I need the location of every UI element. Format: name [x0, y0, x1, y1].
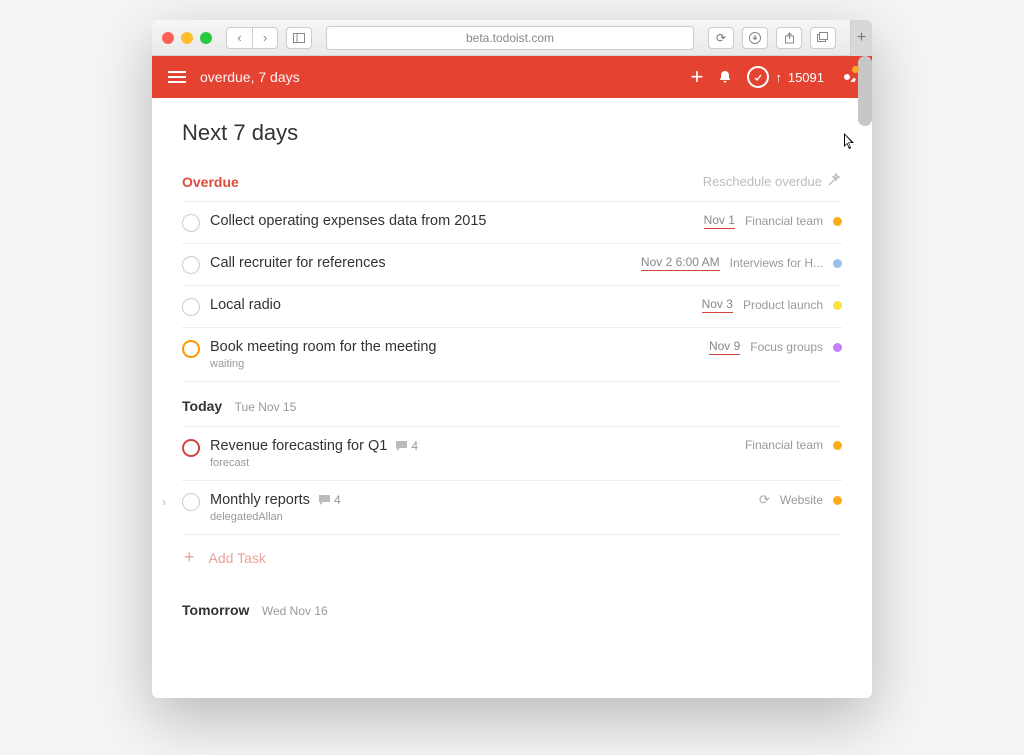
section-subtitle-today: Tue Nov 15 [235, 400, 297, 414]
app-header: overdue, 7 days + ↑ 15091 [152, 56, 872, 98]
task-checkbox[interactable] [182, 256, 200, 274]
task-due-date[interactable]: Nov 1 [704, 213, 735, 229]
task-project[interactable]: Focus groups [750, 340, 823, 354]
task-row[interactable]: › Monthly reports 4 delegatedAllan [182, 481, 842, 535]
close-window-icon[interactable] [162, 32, 174, 44]
settings-button[interactable] [838, 68, 856, 86]
comment-count[interactable]: 4 [318, 493, 341, 507]
window-controls [162, 32, 212, 44]
task-checkbox[interactable] [182, 340, 200, 358]
section-overdue: Overdue Reschedule overdue Collect opera… [182, 172, 842, 382]
project-color-dot [833, 343, 842, 352]
section-tomorrow: Tomorrow Wed Nov 16 [182, 602, 842, 620]
page-title: Next 7 days [182, 120, 842, 146]
section-title-today: Today [182, 398, 222, 414]
minimize-window-icon[interactable] [181, 32, 193, 44]
section-subtitle-tomorrow: Wed Nov 16 [262, 604, 328, 618]
task-project[interactable]: Interviews for H... [730, 256, 823, 270]
content-area: Next 7 days Overdue Reschedule overdue C… [152, 98, 872, 698]
task-due-date[interactable]: Nov 3 [702, 297, 733, 313]
add-task-button[interactable]: + Add Task [182, 535, 842, 586]
share-button[interactable] [776, 27, 802, 49]
task-row[interactable]: Local radio Nov 3 Product launch [182, 286, 842, 328]
tabs-button[interactable] [810, 27, 836, 49]
task-checkbox[interactable] [182, 298, 200, 316]
section-title-tomorrow: Tomorrow [182, 602, 249, 618]
project-color-dot [833, 259, 842, 268]
back-button[interactable]: ‹ [226, 27, 252, 49]
task-label: waiting [210, 358, 699, 370]
cursor-icon [843, 133, 857, 151]
forward-button[interactable]: › [252, 27, 278, 49]
section-today: Today Tue Nov 15 Revenue forecasting for… [182, 398, 842, 586]
plus-icon: + [184, 547, 195, 568]
karma-arrow: ↑ [775, 70, 782, 85]
project-color-dot [833, 217, 842, 226]
browser-chrome: ‹ › beta.todoist.com ⟳ + [152, 20, 872, 56]
add-task-label: Add Task [209, 550, 266, 566]
comment-count[interactable]: 4 [395, 439, 418, 453]
notifications-icon[interactable] [717, 69, 733, 85]
project-color-dot [833, 441, 842, 450]
expand-chevron-icon[interactable]: › [162, 495, 166, 509]
task-title: Book meeting room for the meeting [210, 339, 699, 355]
task-row[interactable]: Call recruiter for references Nov 2 6:00… [182, 244, 842, 286]
new-tab-button[interactable]: + [850, 20, 872, 56]
task-label: delegatedAllan [210, 511, 749, 523]
section-title-overdue: Overdue [182, 174, 239, 190]
nav-buttons: ‹ › [226, 27, 278, 49]
sidebar-toggle-button[interactable] [286, 27, 312, 49]
menu-icon[interactable] [168, 71, 186, 83]
task-project[interactable]: Financial team [745, 438, 823, 452]
task-row[interactable]: Revenue forecasting for Q1 4 forecast Fi… [182, 427, 842, 481]
task-title: Collect operating expenses data from 201… [210, 213, 694, 229]
task-project[interactable]: Website [780, 493, 823, 507]
task-project[interactable]: Product launch [743, 298, 823, 312]
address-bar[interactable]: beta.todoist.com [326, 26, 694, 50]
wand-icon [826, 172, 842, 191]
task-title: Revenue forecasting for Q1 [210, 438, 387, 454]
reschedule-overdue-button[interactable]: Reschedule overdue [703, 172, 842, 191]
app-window: ‹ › beta.todoist.com ⟳ + overdue, 7 da [152, 20, 872, 698]
quick-add-button[interactable]: + [690, 64, 703, 90]
task-title: Local radio [210, 297, 692, 313]
recurring-icon: ⟳ [759, 492, 770, 508]
maximize-window-icon[interactable] [200, 32, 212, 44]
task-row[interactable]: Book meeting room for the meeting waitin… [182, 328, 842, 382]
karma-points: 15091 [788, 70, 824, 85]
breadcrumb[interactable]: overdue, 7 days [200, 69, 676, 85]
task-row[interactable]: Collect operating expenses data from 201… [182, 202, 842, 244]
url-text: beta.todoist.com [466, 31, 554, 45]
task-checkbox[interactable] [182, 214, 200, 232]
karma-display[interactable]: ↑ 15091 [747, 66, 824, 88]
reschedule-label: Reschedule overdue [703, 174, 822, 189]
settings-notification-dot [852, 66, 859, 73]
task-due-date[interactable]: Nov 2 6:00 AM [641, 255, 720, 271]
task-title: Call recruiter for references [210, 255, 631, 271]
task-checkbox[interactable] [182, 439, 200, 457]
task-due-date[interactable]: Nov 9 [709, 339, 740, 355]
task-checkbox[interactable] [182, 493, 200, 511]
reload-button[interactable]: ⟳ [708, 27, 734, 49]
karma-badge-icon [747, 66, 769, 88]
project-color-dot [833, 496, 842, 505]
project-color-dot [833, 301, 842, 310]
task-list-overdue: Collect operating expenses data from 201… [182, 201, 842, 382]
task-label: forecast [210, 457, 735, 469]
task-project[interactable]: Financial team [745, 214, 823, 228]
task-title: Monthly reports [210, 492, 310, 508]
downloads-button[interactable] [742, 27, 768, 49]
task-list-today: Revenue forecasting for Q1 4 forecast Fi… [182, 426, 842, 535]
